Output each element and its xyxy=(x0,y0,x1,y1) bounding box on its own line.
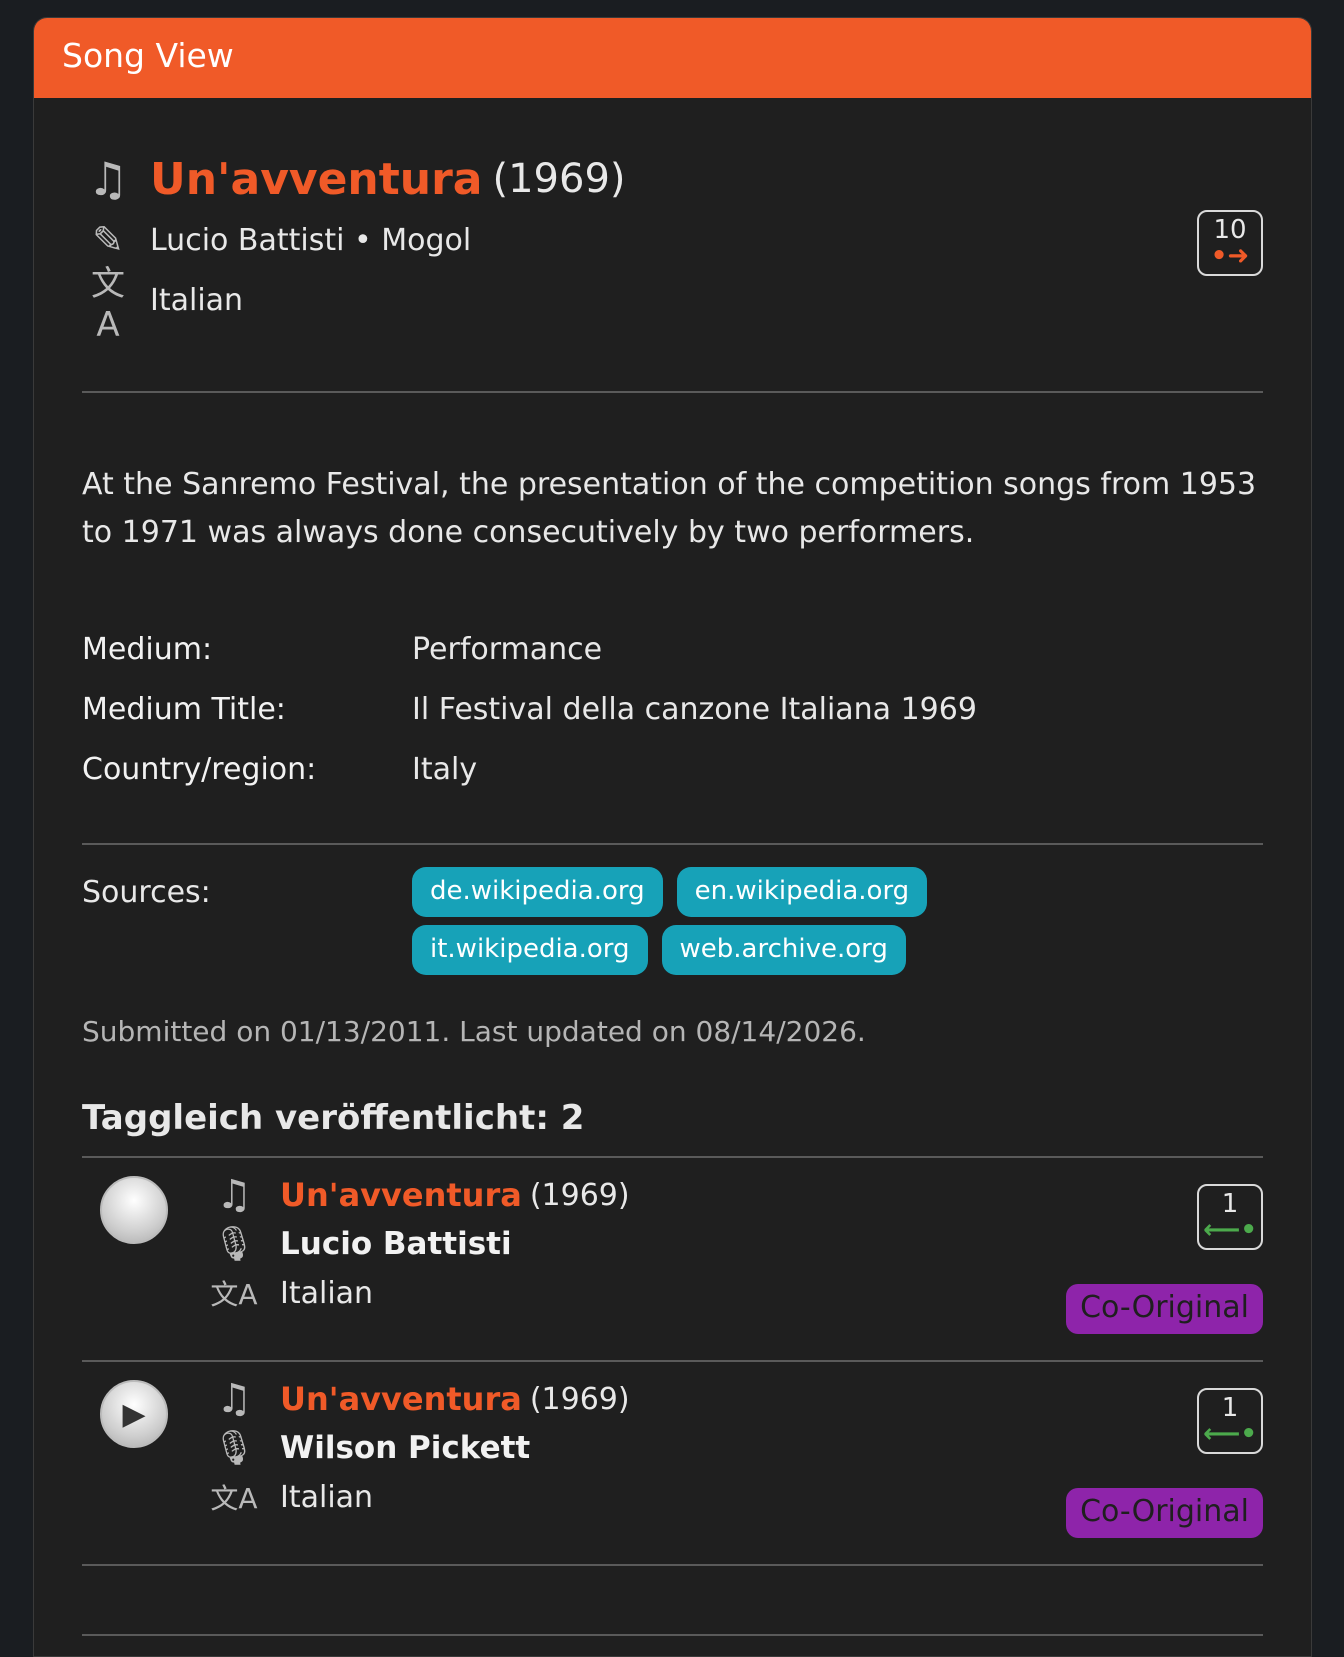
recording-title[interactable]: Un'avventura xyxy=(280,1176,522,1214)
microphone-icon: 🎙 xyxy=(212,1428,256,1468)
translate-icon: 文A xyxy=(210,1278,258,1311)
same-day-heading: Taggleich veröffentlicht: 2 xyxy=(82,1098,1263,1158)
recording-item: ▶ ♫ Un'avventura (1969) 🎙 Wilson Pickett… xyxy=(82,1362,1263,1566)
fact-row: Medium: Performance xyxy=(82,619,1263,679)
recording-language: Italian xyxy=(280,1479,374,1515)
fact-label: Medium Title: xyxy=(82,691,286,727)
fact-label: Country/region: xyxy=(82,751,317,787)
co-original-tag: Co-Original xyxy=(1066,1488,1263,1538)
recording-item: ♫ Un'avventura (1969) 🎙 Lucio Battisti 文… xyxy=(82,1158,1263,1362)
versions-count: 1 xyxy=(1221,1189,1239,1219)
source-link[interactable]: de.wikipedia.org xyxy=(412,867,663,917)
sources-label: Sources: xyxy=(82,875,211,910)
versions-badge[interactable]: 1 ⟵• xyxy=(1197,1388,1263,1454)
music-note-icon: ♫ xyxy=(216,1172,252,1218)
recording-year: (1969) xyxy=(529,1177,630,1213)
sources-section: Sources: de.wikipedia.org en.wikipedia.o… xyxy=(82,845,1263,983)
arrow-left-icon: ⟵• xyxy=(1203,1215,1257,1245)
recording-language: Italian xyxy=(280,1275,374,1311)
facts-list: Medium: Performance Medium Title: Il Fes… xyxy=(82,619,1263,845)
fact-value[interactable]: Il Festival della canzone Italiana 1969 xyxy=(412,692,977,727)
music-note-icon: ♫ xyxy=(216,1376,252,1422)
source-link[interactable]: it.wikipedia.org xyxy=(412,925,648,975)
fact-row: Country/region: Italy xyxy=(82,739,1263,799)
versions-count: 10 xyxy=(1213,215,1247,245)
source-chips: de.wikipedia.org en.wikipedia.org it.wik… xyxy=(412,867,1172,983)
fact-label: Medium: xyxy=(82,631,213,667)
versions-badge[interactable]: 1 ⟵• xyxy=(1197,1184,1263,1250)
song-language: Italian xyxy=(150,282,244,318)
card-header: Song View xyxy=(34,18,1311,98)
recording-year: (1969) xyxy=(529,1381,630,1417)
recording-artist[interactable]: Wilson Pickett xyxy=(280,1430,530,1466)
song-title[interactable]: Un'avventura xyxy=(150,154,483,205)
source-link[interactable]: en.wikipedia.org xyxy=(676,867,928,917)
microphone-icon: 🎙 xyxy=(212,1224,256,1264)
fact-value: Italy xyxy=(412,751,478,787)
co-original-tag: Co-Original xyxy=(1066,1284,1263,1334)
source-link[interactable]: web.archive.org xyxy=(661,925,906,975)
song-writers[interactable]: Lucio Battisti • Mogol xyxy=(150,223,471,258)
versions-count: 1 xyxy=(1221,1393,1239,1423)
translate-icon: 文A xyxy=(210,1482,258,1515)
song-year: (1969) xyxy=(492,156,626,202)
divider xyxy=(82,1566,1263,1636)
music-note-icon: ♫ xyxy=(87,152,129,206)
play-button[interactable]: ▶ xyxy=(100,1380,168,1448)
arrow-right-icon: •➜ xyxy=(1210,241,1250,271)
fact-value: Performance xyxy=(412,631,603,667)
arrow-left-icon: ⟵• xyxy=(1203,1419,1257,1449)
song-summary: ♫ Un'avventura (1969) ✎ Lucio Battisti •… xyxy=(82,98,1263,393)
versions-badge[interactable]: 10 •➜ xyxy=(1197,210,1263,276)
fact-row: Medium Title: Il Festival della canzone … xyxy=(82,679,1263,739)
recording-artist[interactable]: Lucio Battisti xyxy=(280,1226,512,1262)
translate-icon: 文A xyxy=(91,263,125,345)
song-view-card: Song View ♫ Un'avventura (1969) ✎ Lucio … xyxy=(33,17,1312,1657)
recording-title[interactable]: Un'avventura xyxy=(280,1380,522,1418)
audio-player-button[interactable] xyxy=(100,1176,168,1244)
submission-info: Submitted on 01/13/2011. Last updated on… xyxy=(82,1015,866,1048)
play-icon: ▶ xyxy=(122,1396,146,1432)
song-description: At the Sanremo Festival, the presentatio… xyxy=(82,467,1257,550)
